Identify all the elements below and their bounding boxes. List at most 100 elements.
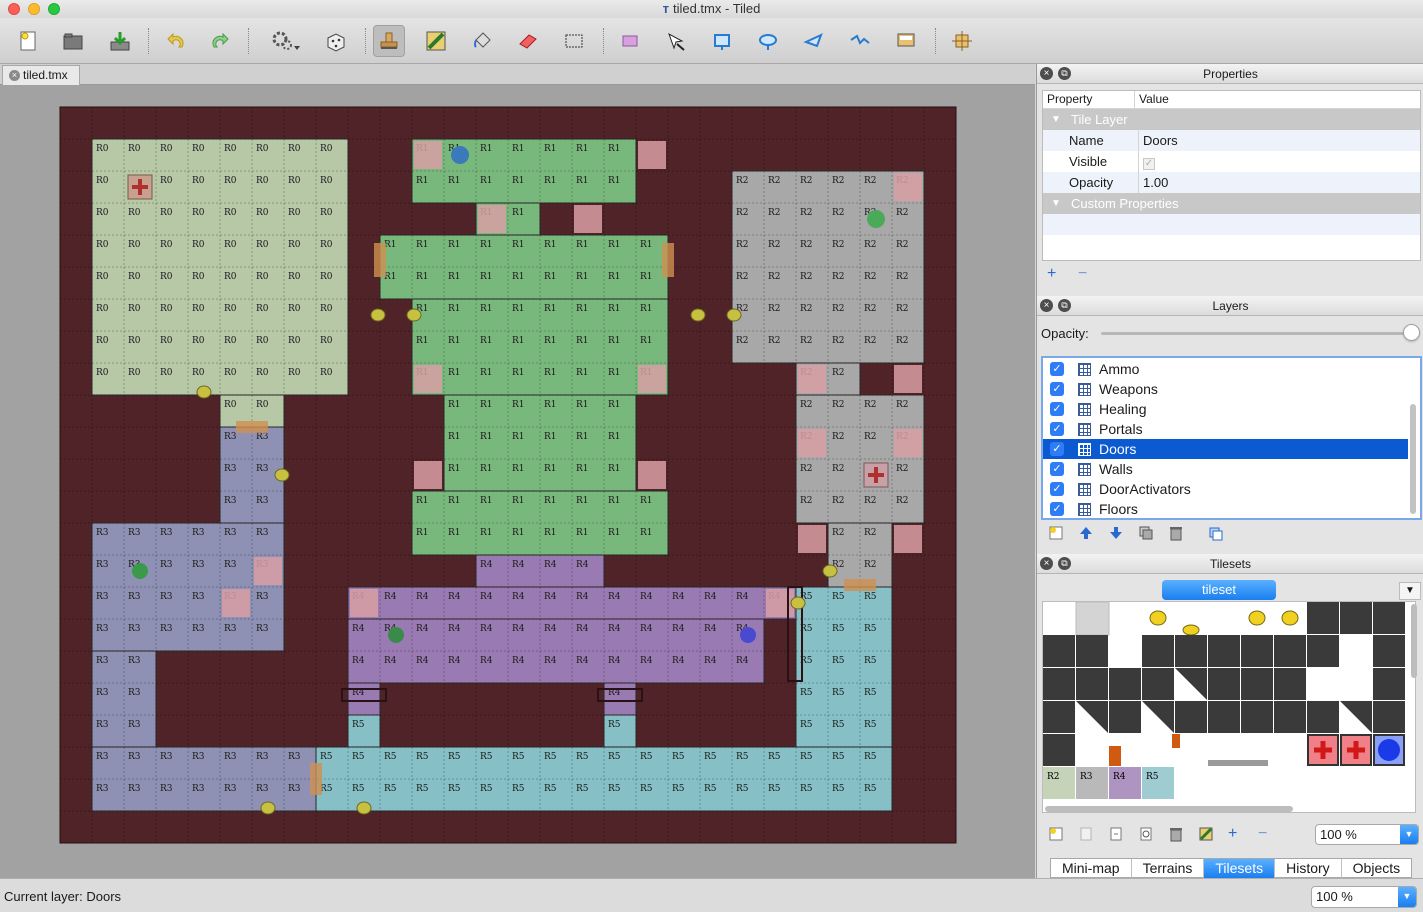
property-row-opacity[interactable]: Opacity 1.00 [1043,172,1420,193]
ammo-icon[interactable] [1248,610,1266,626]
export-tileset-icon[interactable] [1108,826,1124,846]
property-opacity-value[interactable]: 1.00 [1138,172,1420,193]
zoom-in-icon[interactable]: + [1228,826,1237,842]
edit-polygons-icon[interactable] [706,25,738,57]
tileset-view[interactable]: R2 R3 R4 R5 [1042,601,1416,813]
zoom-out-icon[interactable]: − [1258,826,1267,842]
wall-tile[interactable] [1307,602,1339,634]
commands-icon[interactable] [270,25,302,57]
wall-tile[interactable] [1142,668,1174,700]
wall-tile[interactable] [1307,635,1339,667]
wall-tile[interactable] [1175,701,1207,733]
tileset-properties-icon[interactable] [1138,826,1154,846]
close-panel-icon[interactable]: × [1040,557,1053,570]
redo-icon[interactable] [204,25,236,57]
map-view[interactable]: R0 R0 R0 R0 R0 R0 R0 R0 R0 R0 R0 R0 R0 R0 R0 R0 R0 R0 R0 R0… [0,85,1035,878]
wall-tile[interactable] [1241,701,1273,733]
select-objects-icon[interactable] [660,25,692,57]
layer-row[interactable]: ✓ Portals [1043,419,1408,439]
edit-terrain-icon[interactable] [1198,826,1214,846]
undo-icon[interactable] [160,25,192,57]
dock-tab-objects[interactable]: Objects [1342,859,1411,878]
close-window-button[interactable] [8,3,20,15]
dock-tab-terrains[interactable]: Terrains [1132,859,1205,878]
diagonal-wall-tile[interactable] [1307,668,1340,701]
import-tileset-icon[interactable] [1078,826,1094,846]
wall-tile[interactable] [1175,635,1207,667]
layer-row[interactable]: ✓ Healing [1043,399,1408,419]
layer-row[interactable]: ✓ Weapons [1043,379,1408,399]
tileset-horizontal-scrollbar[interactable] [1045,806,1293,812]
wall-tile[interactable] [1241,635,1273,667]
layer-row[interactable]: ✓ Doors [1043,439,1408,459]
float-panel-icon[interactable]: ⧉ [1058,299,1071,312]
dock-tab-minimap[interactable]: Mini-map [1051,859,1132,878]
new-tileset-icon[interactable] [1048,826,1064,846]
insert-tile-icon[interactable] [890,25,922,57]
close-panel-icon[interactable]: × [1040,67,1053,80]
close-panel-icon[interactable]: × [1040,299,1053,312]
maximize-window-button[interactable] [48,3,60,15]
map-canvas[interactable]: R0 R0 R0 R0 R0 R0 R0 R0 R0 R0 R0 R0 R0 R0 R0 R0 R0 R0 R0 R0… [0,85,1035,878]
layer-visible-checkbox[interactable]: ✓ [1050,442,1064,456]
ammo-icon[interactable] [1149,610,1167,626]
rectangle-select-icon[interactable] [558,25,590,57]
property-name-value[interactable]: Doors [1138,130,1420,151]
wall-tile[interactable] [1373,701,1405,733]
remove-property-icon[interactable]: − [1078,266,1087,282]
wall-tile[interactable] [1373,602,1405,634]
wall-tile[interactable] [1076,635,1108,667]
door-tile[interactable] [1208,760,1268,766]
diagonal-wall-tile[interactable] [1109,635,1142,668]
custom-properties-group[interactable]: ▼ Custom Properties [1043,193,1420,214]
layer-visible-checkbox[interactable]: ✓ [1050,462,1064,476]
wall-tile[interactable] [1274,701,1306,733]
duplicate-layer-icon[interactable] [1138,525,1154,545]
wall-tile[interactable] [1274,635,1306,667]
wall-tile[interactable] [1340,602,1372,634]
tileset-menu-button[interactable]: ▼ [1399,582,1421,600]
layer-opacity-slider-handle[interactable] [1403,324,1420,341]
eraser-icon[interactable] [512,25,544,57]
wall-tile[interactable] [1142,635,1174,667]
tile-layer-group[interactable]: ▼ Tile Layer [1043,109,1420,130]
document-tab[interactable]: × tiled.tmx [2,65,80,85]
float-panel-icon[interactable]: ⧉ [1058,557,1071,570]
wall-tile[interactable] [1208,668,1240,700]
tile-blank[interactable] [1075,602,1110,636]
layer-visible-checkbox[interactable]: ✓ [1050,502,1064,516]
open-icon[interactable] [57,25,89,57]
terrain-brush-icon[interactable] [420,25,452,57]
property-visible-value[interactable]: ✓ [1138,151,1420,172]
ammo-icon[interactable] [1182,624,1200,636]
visible-checkbox[interactable]: ✓ [1143,158,1155,170]
layer-row[interactable]: ✓ Ammo [1043,359,1408,379]
layer-visible-checkbox[interactable]: ✓ [1050,482,1064,496]
portal-icon[interactable] [1378,739,1400,761]
wall-tile[interactable] [1307,701,1339,733]
door-tile[interactable] [1109,746,1121,766]
magic-wand-icon[interactable] [614,25,646,57]
close-tab-icon[interactable]: × [9,70,20,81]
layer-visible-checkbox[interactable]: ✓ [1050,402,1064,416]
diagonal-wall-tile[interactable] [1340,635,1373,668]
layer-row[interactable]: ✓ Floors [1043,499,1408,519]
insert-ellipse-icon[interactable] [752,25,784,57]
layer-visible-checkbox[interactable]: ✓ [1050,422,1064,436]
wall-tile[interactable] [1274,668,1306,700]
layer-visibility-icon[interactable] [1208,525,1224,545]
layers-scrollbar[interactable] [1410,404,1416,514]
layer-row[interactable]: ✓ Walls [1043,459,1408,479]
float-panel-icon[interactable]: ⧉ [1058,67,1071,80]
wall-tile[interactable] [1109,668,1141,700]
tileset-vertical-scrollbar[interactable] [1411,604,1417,678]
layer-row[interactable]: ✓ DoorActivators [1043,479,1408,499]
wall-tile[interactable] [1043,701,1075,733]
wall-tile[interactable] [1208,635,1240,667]
insert-polygon-icon[interactable] [798,25,830,57]
delete-layer-icon[interactable] [1168,525,1184,545]
raise-layer-icon[interactable] [1078,525,1094,545]
layers-list[interactable]: ✓ Ammo ✓ Weapons ✓ Healing ✓ Portals ✓ Doors ✓ Wall… [1041,356,1422,520]
wall-tile[interactable] [1043,668,1075,700]
stamp-brush-icon[interactable] [373,25,405,57]
